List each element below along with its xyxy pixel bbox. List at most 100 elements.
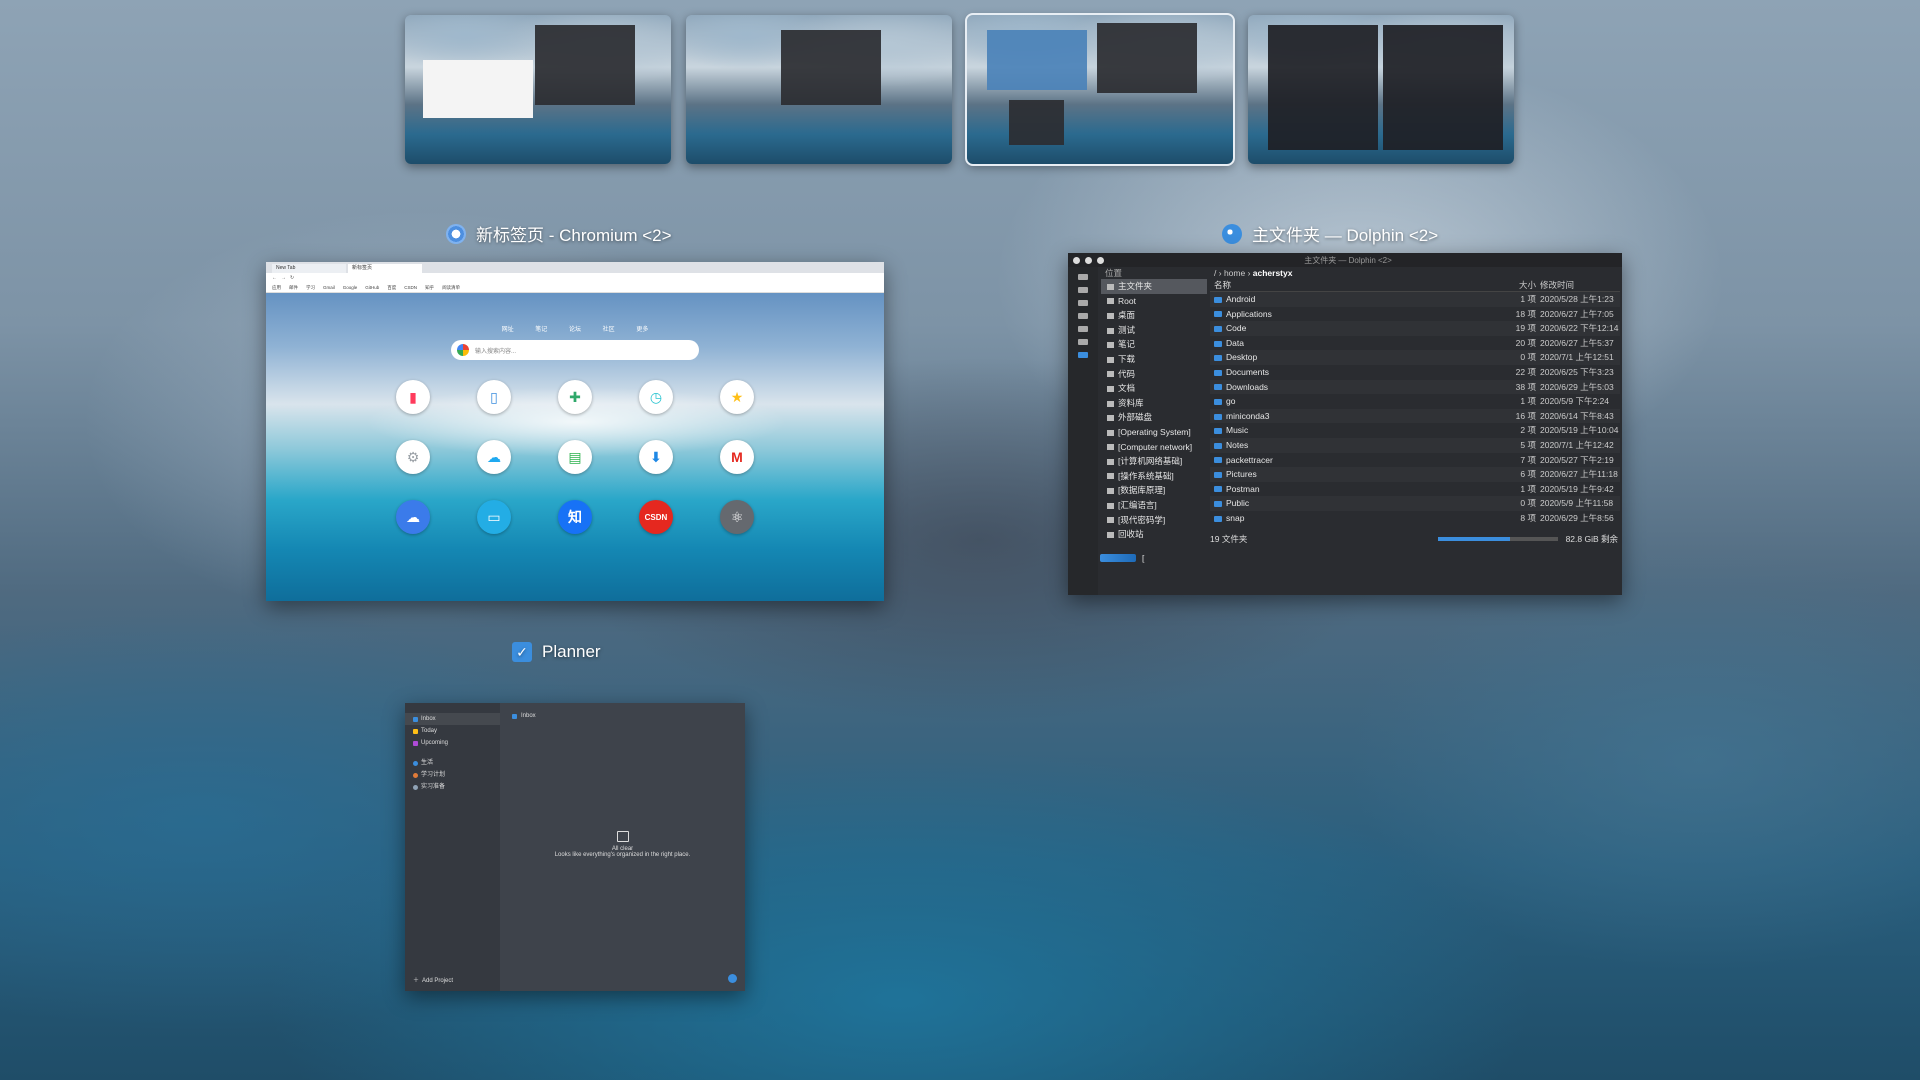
file-row[interactable]: Music 2 项 2020/5/19 上午10:04 xyxy=(1210,423,1620,438)
desktop-thumbnail-4[interactable] xyxy=(1248,15,1514,164)
back-icon[interactable] xyxy=(1078,287,1088,293)
sidebar-item-upcoming[interactable]: Upcoming xyxy=(405,737,500,749)
bookmark-item[interactable]: GitHub xyxy=(365,285,379,290)
dolphin-caption[interactable]: 主文件夹 — Dolphin <2> xyxy=(1222,221,1438,246)
place-item[interactable]: 外部磁盘 xyxy=(1101,410,1207,425)
place-item[interactable]: [计算机网络基础] xyxy=(1101,454,1207,469)
book-icon[interactable]: ▯ xyxy=(477,380,511,414)
place-item[interactable]: 桌面 xyxy=(1101,308,1207,323)
project-item[interactable]: 实习准备 xyxy=(405,781,500,793)
place-item[interactable]: [数据库原理] xyxy=(1101,483,1207,498)
bookmark-item[interactable]: 学习 xyxy=(306,285,315,291)
planner-caption[interactable]: ✓ Planner xyxy=(512,642,601,662)
place-item[interactable]: 回收站 xyxy=(1101,527,1207,542)
breadcrumb-root[interactable]: / xyxy=(1214,268,1216,278)
icons-view-icon[interactable] xyxy=(1078,326,1088,332)
file-row[interactable]: Notes 5 项 2020/7/1 上午12:42 xyxy=(1210,437,1620,453)
weather-icon[interactable]: ☁ xyxy=(477,440,511,474)
bookmark-item[interactable]: 邮件 xyxy=(289,285,298,291)
compact-view-icon[interactable] xyxy=(1078,339,1088,345)
place-item[interactable]: [Operating System] xyxy=(1101,425,1207,440)
nav-link[interactable]: 笔记 xyxy=(535,327,547,333)
nav-link[interactable]: 社区 xyxy=(603,327,615,333)
file-row[interactable]: Android 1 项 2020/5/28 上午1:23 xyxy=(1210,292,1620,307)
file-row[interactable]: Applications 18 项 2020/6/27 上午7:05 xyxy=(1210,307,1620,322)
zhihu-icon[interactable]: 知 xyxy=(558,500,592,534)
bookmark-item[interactable]: CSDN xyxy=(404,285,417,290)
file-row[interactable]: miniconda3 16 项 2020/6/14 下午8:43 xyxy=(1210,408,1620,424)
bookmark-item[interactable]: 知乎 xyxy=(425,285,434,291)
breadcrumb-user[interactable]: acherstyx xyxy=(1253,268,1293,278)
forward-icon[interactable]: → xyxy=(281,275,286,281)
download-icon[interactable]: ⬇ xyxy=(639,440,673,474)
place-item[interactable]: [操作系统基础] xyxy=(1101,469,1207,484)
place-item[interactable]: [现代密码学] xyxy=(1101,513,1207,528)
bookmark-item[interactable]: 百度 xyxy=(387,285,396,291)
place-item[interactable]: 代码 xyxy=(1101,367,1207,382)
bag-icon[interactable]: ▮ xyxy=(396,380,430,414)
place-item[interactable]: 笔记 xyxy=(1101,337,1207,352)
chromium-caption[interactable]: 新标签页 - Chromium <2> xyxy=(446,221,672,246)
tab-1[interactable]: New Tab xyxy=(272,264,346,273)
details-view-icon[interactable] xyxy=(1078,352,1088,358)
home-icon[interactable] xyxy=(1078,274,1088,280)
project-item[interactable]: 学习计划 xyxy=(405,769,500,781)
tab-2[interactable]: 新标签页 xyxy=(348,264,422,273)
nav-link[interactable]: 更多 xyxy=(636,327,648,333)
back-icon[interactable]: ← xyxy=(272,275,277,281)
place-item[interactable]: [Computer network] xyxy=(1101,440,1207,455)
file-row[interactable]: Code 19 项 2020/6/22 下午12:14 xyxy=(1210,321,1620,336)
star-icon[interactable]: ★ xyxy=(720,380,754,414)
atom-icon[interactable]: ⚛ xyxy=(720,500,754,534)
desktop-thumbnail-2[interactable] xyxy=(686,15,952,164)
dolphin-window[interactable]: 主文件夹 — Dolphin <2> 位置 主文件夹 Root 桌面 测试 笔记… xyxy=(1068,253,1622,595)
sidebar-item-today[interactable]: Today xyxy=(405,725,500,737)
planner-window[interactable]: Inbox Today Upcoming 生活 学习计划 实习准备 ＋ Add … xyxy=(405,703,745,991)
file-row[interactable]: snap 8 项 2020/6/29 上午8:56 xyxy=(1210,511,1620,526)
file-row[interactable]: Documents 22 项 2020/6/25 下午3:23 xyxy=(1210,365,1620,380)
desktop-thumbnail-1[interactable] xyxy=(405,15,671,164)
column-size[interactable]: 大小 xyxy=(1488,279,1540,291)
column-modified[interactable]: 修改时间 xyxy=(1540,279,1620,291)
place-item[interactable]: 资料库 xyxy=(1101,396,1207,411)
desktop-thumbnail-3[interactable] xyxy=(965,13,1235,166)
place-item[interactable]: 测试 xyxy=(1101,323,1207,338)
up-icon[interactable] xyxy=(1078,313,1088,319)
file-row[interactable]: Downloads 38 项 2020/6/29 上午5:03 xyxy=(1210,379,1620,395)
add-task-button[interactable] xyxy=(728,974,737,983)
file-row[interactable]: go 1 项 2020/5/9 下午2:24 xyxy=(1210,394,1620,409)
sidebar-item-inbox[interactable]: Inbox xyxy=(405,713,500,725)
add-project-button[interactable]: ＋ Add Project xyxy=(405,975,453,987)
forward-icon[interactable] xyxy=(1078,300,1088,306)
place-item[interactable]: 文档 xyxy=(1101,381,1207,396)
maximize-icon[interactable] xyxy=(1097,256,1104,264)
nav-link[interactable]: 网址 xyxy=(502,327,514,333)
note-icon[interactable]: ▤ xyxy=(558,440,592,474)
column-name[interactable]: 名称 xyxy=(1210,279,1488,291)
place-item[interactable]: [汇编语言] xyxy=(1101,498,1207,513)
close-icon[interactable] xyxy=(1073,256,1080,264)
file-row[interactable]: Data 20 项 2020/6/27 上午5:37 xyxy=(1210,336,1620,351)
place-item[interactable]: 主文件夹 xyxy=(1101,279,1207,294)
minimize-icon[interactable] xyxy=(1085,256,1092,264)
bookmark-item[interactable]: Gmail xyxy=(323,285,335,290)
nav-link[interactable]: 论坛 xyxy=(569,327,581,333)
cloud-icon[interactable]: ☁ xyxy=(396,500,430,534)
project-item[interactable]: 生活 xyxy=(405,757,500,769)
puzzle-icon[interactable]: ✚ xyxy=(558,380,592,414)
bookmark-item[interactable]: 阅读清单 xyxy=(442,285,460,291)
clock-icon[interactable]: ◷ xyxy=(639,380,673,414)
gmail-icon[interactable]: M xyxy=(720,440,754,474)
file-row[interactable]: Postman 1 项 2020/5/19 上午9:42 xyxy=(1210,482,1620,497)
breadcrumb-home[interactable]: home xyxy=(1224,268,1245,278)
bookmark-item[interactable]: 应用 xyxy=(272,285,281,291)
bilibili-icon[interactable]: ▭ xyxy=(477,500,511,534)
file-row[interactable]: Desktop 0 项 2020/7/1 上午12:51 xyxy=(1210,350,1620,365)
gear-icon[interactable]: ⚙ xyxy=(396,440,430,474)
bookmark-item[interactable]: Google xyxy=(343,285,358,290)
csdn-icon[interactable]: CSDN xyxy=(639,500,673,534)
reload-icon[interactable]: ↻ xyxy=(290,275,294,281)
place-item[interactable]: 下载 xyxy=(1101,352,1207,367)
file-row[interactable]: Pictures 6 项 2020/6/27 上午11:18 xyxy=(1210,467,1620,482)
terminal-panel[interactable]: [ xyxy=(1100,553,1144,563)
